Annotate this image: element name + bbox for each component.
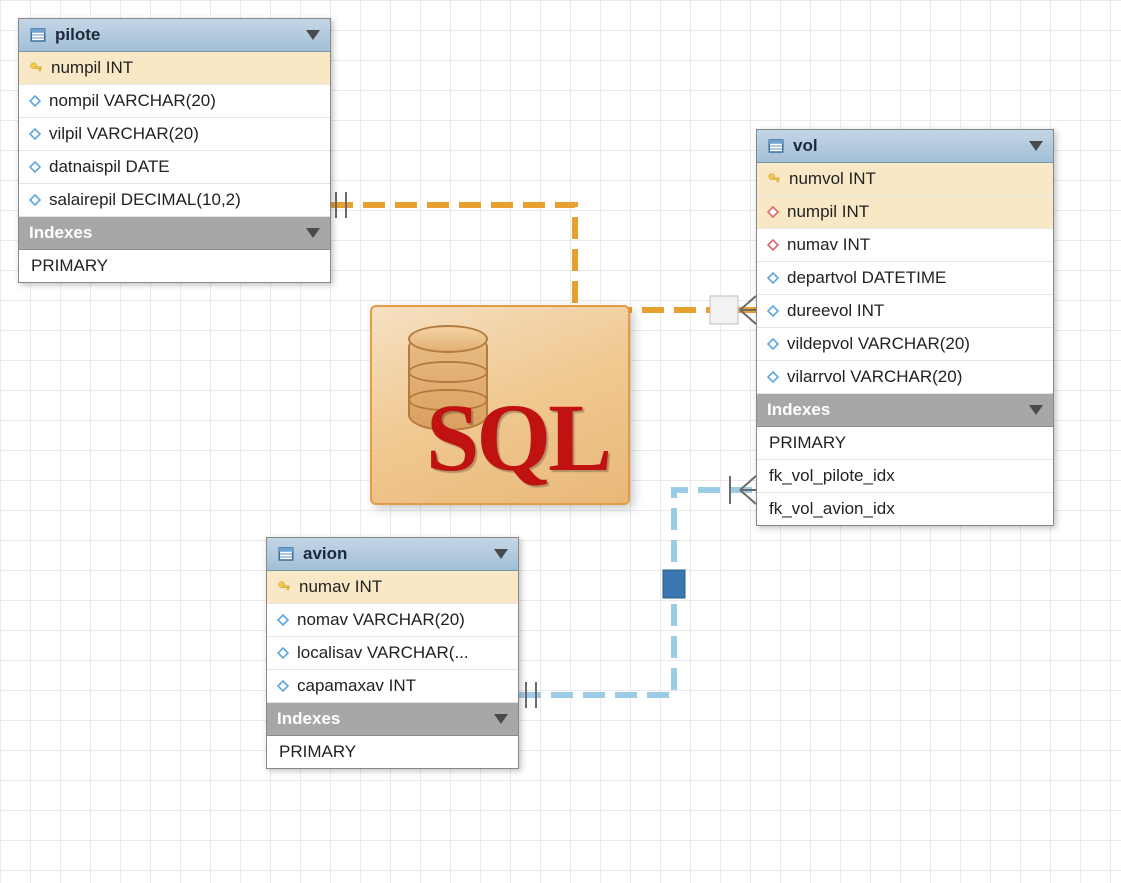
column-row[interactable]: numpil INT bbox=[757, 196, 1053, 229]
index-row[interactable]: PRIMARY bbox=[757, 427, 1053, 460]
column-label: numav INT bbox=[787, 235, 870, 255]
diamond-blue-icon bbox=[767, 305, 779, 317]
collapse-toggle-icon[interactable] bbox=[1029, 141, 1043, 151]
table-header-pilote[interactable]: pilote bbox=[19, 19, 330, 52]
indexes-label: Indexes bbox=[277, 709, 340, 729]
column-row[interactable]: capamaxav INT bbox=[267, 670, 518, 703]
column-label: localisav VARCHAR(... bbox=[297, 643, 469, 663]
table-header-vol[interactable]: vol bbox=[757, 130, 1053, 163]
collapse-toggle-icon[interactable] bbox=[494, 714, 508, 724]
column-label: salairepil DECIMAL(10,2) bbox=[49, 190, 241, 210]
column-row[interactable]: numav INT bbox=[267, 571, 518, 604]
column-row[interactable]: vilarrvol VARCHAR(20) bbox=[757, 361, 1053, 394]
table-vol[interactable]: vol numvol INT numpil INT numav INT depa… bbox=[756, 129, 1054, 526]
index-row[interactable]: fk_vol_pilote_idx bbox=[757, 460, 1053, 493]
column-row[interactable]: nomav VARCHAR(20) bbox=[267, 604, 518, 637]
column-label: vildepvol VARCHAR(20) bbox=[787, 334, 970, 354]
index-row[interactable]: fk_vol_avion_idx bbox=[757, 493, 1053, 525]
column-row[interactable]: numvol INT bbox=[757, 163, 1053, 196]
column-label: vilpil VARCHAR(20) bbox=[49, 124, 199, 144]
column-row[interactable]: nompil VARCHAR(20) bbox=[19, 85, 330, 118]
indexes-section[interactable]: Indexes bbox=[19, 217, 330, 250]
column-row[interactable]: dureevol INT bbox=[757, 295, 1053, 328]
column-row[interactable]: vildepvol VARCHAR(20) bbox=[757, 328, 1053, 361]
diamond-blue-icon bbox=[277, 614, 289, 626]
column-row[interactable]: localisav VARCHAR(... bbox=[267, 637, 518, 670]
column-label: numpil INT bbox=[51, 58, 133, 78]
table-pilote[interactable]: pilote numpil INT nompil VARCHAR(20) vil… bbox=[18, 18, 331, 283]
table-avion[interactable]: avion numav INT nomav VARCHAR(20) locali… bbox=[266, 537, 519, 769]
table-title: vol bbox=[793, 136, 818, 156]
diamond-red-icon bbox=[767, 206, 779, 218]
collapse-toggle-icon[interactable] bbox=[306, 228, 320, 238]
column-label: vilarrvol VARCHAR(20) bbox=[787, 367, 962, 387]
column-row[interactable]: numpil INT bbox=[19, 52, 330, 85]
diamond-red-icon bbox=[767, 239, 779, 251]
diamond-blue-icon bbox=[29, 128, 41, 140]
diamond-blue-icon bbox=[767, 338, 779, 350]
column-label: dureevol INT bbox=[787, 301, 884, 321]
column-row[interactable]: numav INT bbox=[757, 229, 1053, 262]
collapse-toggle-icon[interactable] bbox=[1029, 405, 1043, 415]
table-icon bbox=[277, 545, 295, 563]
relation-handle-pilote-vol bbox=[710, 296, 738, 324]
column-label: numvol INT bbox=[789, 169, 876, 189]
diamond-blue-icon bbox=[29, 161, 41, 173]
diamond-blue-icon bbox=[767, 371, 779, 383]
table-icon bbox=[29, 26, 47, 44]
index-row[interactable]: PRIMARY bbox=[267, 736, 518, 768]
column-label: nomav VARCHAR(20) bbox=[297, 610, 465, 630]
column-label: capamaxav INT bbox=[297, 676, 416, 696]
collapse-toggle-icon[interactable] bbox=[494, 549, 508, 559]
column-label: departvol DATETIME bbox=[787, 268, 946, 288]
column-label: nompil VARCHAR(20) bbox=[49, 91, 216, 111]
sql-logo: SQL bbox=[370, 305, 630, 505]
column-row[interactable]: salairepil DECIMAL(10,2) bbox=[19, 184, 330, 217]
indexes-label: Indexes bbox=[29, 223, 92, 243]
column-row[interactable]: vilpil VARCHAR(20) bbox=[19, 118, 330, 151]
column-row[interactable]: departvol DATETIME bbox=[757, 262, 1053, 295]
table-title: pilote bbox=[55, 25, 100, 45]
indexes-label: Indexes bbox=[767, 400, 830, 420]
column-label: numav INT bbox=[299, 577, 382, 597]
indexes-section[interactable]: Indexes bbox=[267, 703, 518, 736]
diamond-blue-icon bbox=[29, 95, 41, 107]
table-title: avion bbox=[303, 544, 347, 564]
key-icon bbox=[29, 61, 43, 75]
relation-handle-avion-vol bbox=[663, 570, 685, 598]
table-icon bbox=[767, 137, 785, 155]
column-label: numpil INT bbox=[787, 202, 869, 222]
key-icon bbox=[277, 580, 291, 594]
diamond-blue-icon bbox=[277, 680, 289, 692]
diamond-blue-icon bbox=[767, 272, 779, 284]
table-header-avion[interactable]: avion bbox=[267, 538, 518, 571]
diamond-blue-icon bbox=[277, 647, 289, 659]
diagram-canvas: SQL pilote numpil INT nompil VARCHAR(20)… bbox=[0, 0, 1121, 883]
column-row[interactable]: datnaispil DATE bbox=[19, 151, 330, 184]
indexes-section[interactable]: Indexes bbox=[757, 394, 1053, 427]
diamond-blue-icon bbox=[29, 194, 41, 206]
collapse-toggle-icon[interactable] bbox=[306, 30, 320, 40]
column-label: datnaispil DATE bbox=[49, 157, 170, 177]
index-row[interactable]: PRIMARY bbox=[19, 250, 330, 282]
key-icon bbox=[767, 172, 781, 186]
